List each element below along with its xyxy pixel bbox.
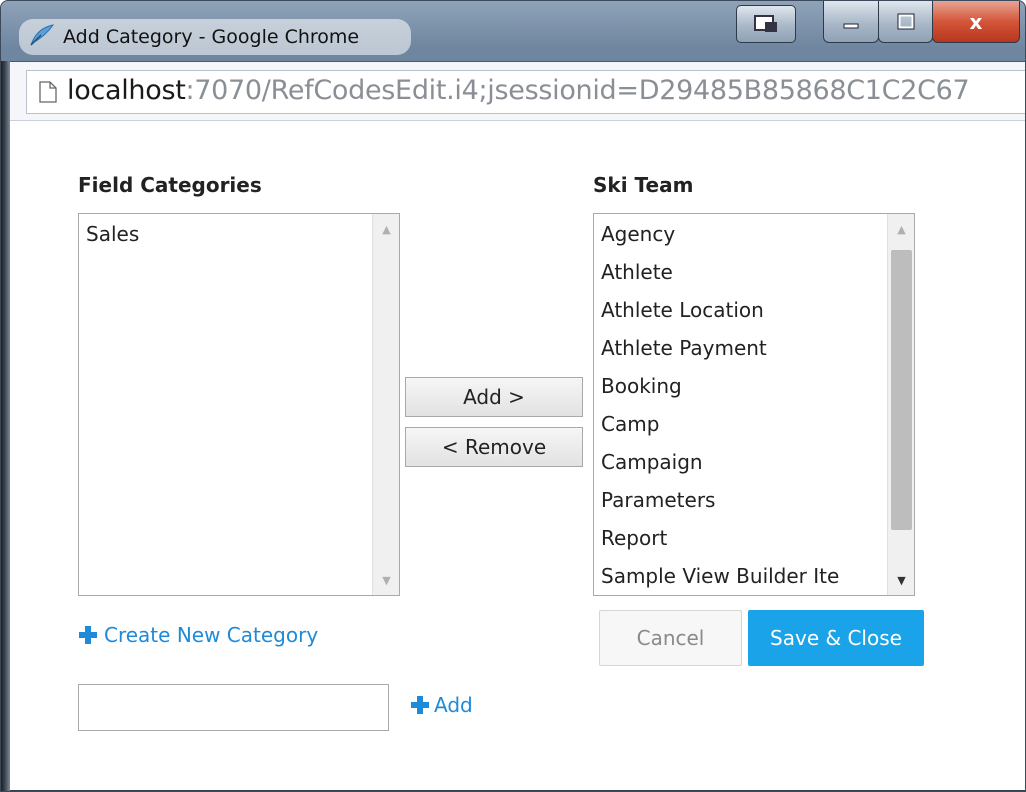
url-text: localhost:7070/RefCodesEdit.i4;jsessioni… [67, 75, 970, 106]
maximize-icon [897, 13, 914, 29]
new-category-input[interactable] [78, 684, 389, 731]
close-icon: x [969, 9, 983, 34]
list-item[interactable]: Athlete Location [594, 291, 888, 329]
list-item[interactable]: Athlete [594, 253, 888, 291]
list-item[interactable]: Campaign [594, 443, 888, 481]
list-item[interactable]: Camp [594, 405, 888, 443]
field-categories-listbox[interactable]: Sales ▲ ▼ [78, 213, 400, 596]
address-bar: localhost:7070/RefCodesEdit.i4;jsessioni… [10, 61, 1025, 121]
ski-team-items: Agency Athlete Athlete Location Athlete Pay… [594, 214, 914, 595]
chrome-feather-icon [30, 24, 55, 46]
add-category-label: Add [434, 693, 473, 717]
scroll-up-arrow-icon[interactable]: ▲ [373, 218, 400, 240]
maximize-button[interactable] [878, 1, 933, 43]
scroll-up-arrow-icon[interactable]: ▲ [888, 218, 915, 240]
list-item[interactable]: Sales [79, 215, 373, 253]
save-and-close-button[interactable]: Save & Close [748, 610, 924, 666]
add-category-link[interactable]: Add [410, 693, 473, 717]
remove-button[interactable]: < Remove [405, 427, 583, 467]
list-item[interactable]: Agency [594, 215, 888, 253]
field-categories-scrollbar[interactable]: ▲ ▼ [372, 214, 399, 595]
minimize-icon [843, 23, 859, 28]
window-frame-left [1, 61, 10, 791]
create-new-category-link[interactable]: Create New Category [78, 623, 318, 647]
scroll-down-arrow-icon[interactable]: ▼ [373, 569, 400, 591]
dock-icon [754, 15, 777, 32]
list-item[interactable]: Report [594, 519, 888, 557]
field-categories-label: Field Categories [78, 173, 262, 197]
create-new-category-label: Create New Category [104, 623, 319, 647]
field-categories-items: Sales [79, 214, 399, 253]
title-bar: Add Category - Google Chrome x [1, 1, 1025, 61]
dock-button[interactable] [736, 5, 796, 43]
scroll-thumb[interactable] [891, 250, 912, 530]
url-host: localhost [67, 75, 186, 106]
window-title: Add Category - Google Chrome [63, 26, 360, 48]
ski-team-label: Ski Team [593, 173, 694, 197]
page-icon [39, 81, 57, 103]
dialog-content: Field Categories Sales ▲ ▼ Add > < Remov… [10, 121, 1025, 791]
add-button[interactable]: Add > [405, 377, 583, 417]
cancel-button[interactable]: Cancel [599, 610, 742, 666]
ski-team-listbox[interactable]: Agency Athlete Athlete Location Athlete Pay… [593, 213, 915, 596]
plus-icon [78, 625, 98, 645]
minimize-button[interactable] [823, 1, 879, 43]
browser-window: Add Category - Google Chrome x localhost… [0, 0, 1026, 792]
list-item[interactable]: Athlete Payment [594, 329, 888, 367]
ski-team-scrollbar[interactable]: ▲ ▼ [887, 214, 914, 595]
list-item[interactable]: Booking [594, 367, 888, 405]
list-item[interactable]: Sample View Builder Ite [594, 557, 888, 595]
list-item[interactable]: Parameters [594, 481, 888, 519]
url-field[interactable]: localhost:7070/RefCodesEdit.i4;jsessioni… [26, 70, 1025, 114]
close-button[interactable]: x [932, 1, 1020, 43]
scroll-down-arrow-icon[interactable]: ▼ [888, 569, 915, 591]
plus-icon [410, 695, 430, 715]
url-path: :7070/RefCodesEdit.i4;jsessionid=D29485B… [185, 75, 970, 106]
